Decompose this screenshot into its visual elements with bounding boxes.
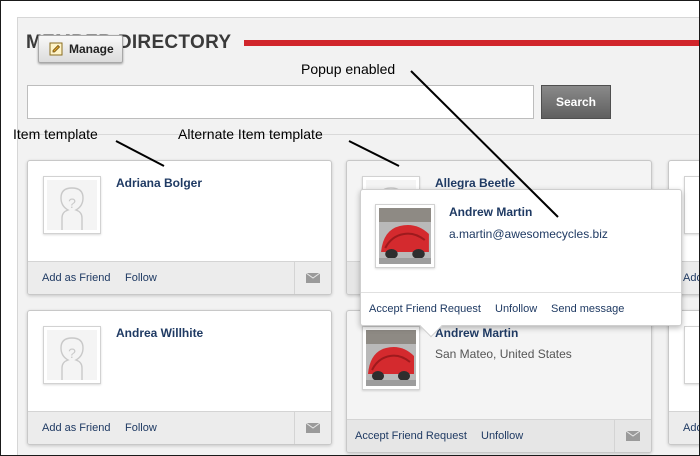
accept-friend-request-link[interactable]: Accept Friend Request <box>355 430 467 442</box>
accept-friend-request-link[interactable]: Accept Friend Request <box>369 303 481 315</box>
send-message-button[interactable] <box>614 420 651 452</box>
send-message-link[interactable]: Send message <box>551 303 624 315</box>
member-name[interactable]: Adriana Bolger <box>116 176 202 190</box>
follow-link[interactable]: Follow <box>125 272 157 284</box>
send-message-button[interactable] <box>294 412 331 444</box>
avatar <box>362 326 420 390</box>
svg-text:?: ? <box>68 345 76 361</box>
mail-icon <box>306 423 320 433</box>
popup-footer: Accept Friend Request Unfollow Send mess… <box>361 292 681 325</box>
member-name[interactable]: Allegra Beetle <box>435 176 515 190</box>
add-friend-link[interactable]: Add <box>683 272 699 284</box>
svg-text:?: ? <box>68 195 76 211</box>
callout-popup-enabled: Popup enabled <box>301 61 396 77</box>
search-input[interactable] <box>27 85 534 119</box>
red-covered-car-photo <box>379 208 431 264</box>
member-card: ? Adriana Bolger Add as Friend Follow <box>27 160 332 295</box>
card-footer: Accept Friend Request Unfollow <box>347 419 651 452</box>
avatar <box>375 204 435 268</box>
member-name[interactable]: Andrew Martin <box>435 326 518 340</box>
add-friend-link[interactable]: Add as Friend <box>42 272 110 284</box>
screenshot-frame: MEMBER DIRECTORY Manage Search ? Adriana… <box>0 0 700 456</box>
member-popup: Andrew Martin a.martin@awesomecycles.biz… <box>360 189 682 338</box>
placeholder-avatar-icon: ? <box>47 180 97 230</box>
avatar <box>684 176 699 234</box>
callout-item-template: Item template <box>13 126 98 142</box>
title-accent-rule <box>244 40 699 46</box>
send-message-button[interactable] <box>294 262 331 294</box>
card-footer: Add as Friend Follow <box>28 261 331 294</box>
member-card-alternate: Andrew Martin San Mateo, United States A… <box>346 310 652 453</box>
popup-member-name[interactable]: Andrew Martin <box>449 205 532 219</box>
member-location: San Mateo, United States <box>435 347 572 361</box>
member-card: ? Andrea Willhite Add as Friend Follow <box>27 310 332 445</box>
unfollow-link[interactable]: Unfollow <box>481 430 523 442</box>
card-footer: Add <box>669 411 699 444</box>
mail-icon <box>306 273 320 283</box>
add-friend-link[interactable]: Add as Friend <box>42 422 110 434</box>
manage-button-label: Manage <box>69 42 114 56</box>
header-divider <box>17 134 699 135</box>
red-covered-car-photo <box>366 330 416 386</box>
search-button[interactable]: Search <box>541 85 611 119</box>
avatar: ? <box>43 326 101 384</box>
manage-button[interactable]: Manage <box>38 35 123 63</box>
add-friend-link[interactable]: Add <box>683 422 699 434</box>
follow-link[interactable]: Follow <box>125 422 157 434</box>
card-footer: Add as Friend Follow <box>28 411 331 444</box>
mail-icon <box>626 431 640 441</box>
member-name[interactable]: Andrea Willhite <box>116 326 203 340</box>
avatar: ? <box>43 176 101 234</box>
popup-email-link[interactable]: a.martin@awesomecycles.biz <box>449 227 608 241</box>
unfollow-link[interactable]: Unfollow <box>495 303 537 315</box>
callout-alternate-item-template: Alternate Item template <box>178 126 323 142</box>
member-card-partial: Add <box>668 310 699 445</box>
avatar <box>684 326 699 384</box>
placeholder-avatar-icon: ? <box>47 330 97 380</box>
pencil-icon <box>49 42 63 56</box>
